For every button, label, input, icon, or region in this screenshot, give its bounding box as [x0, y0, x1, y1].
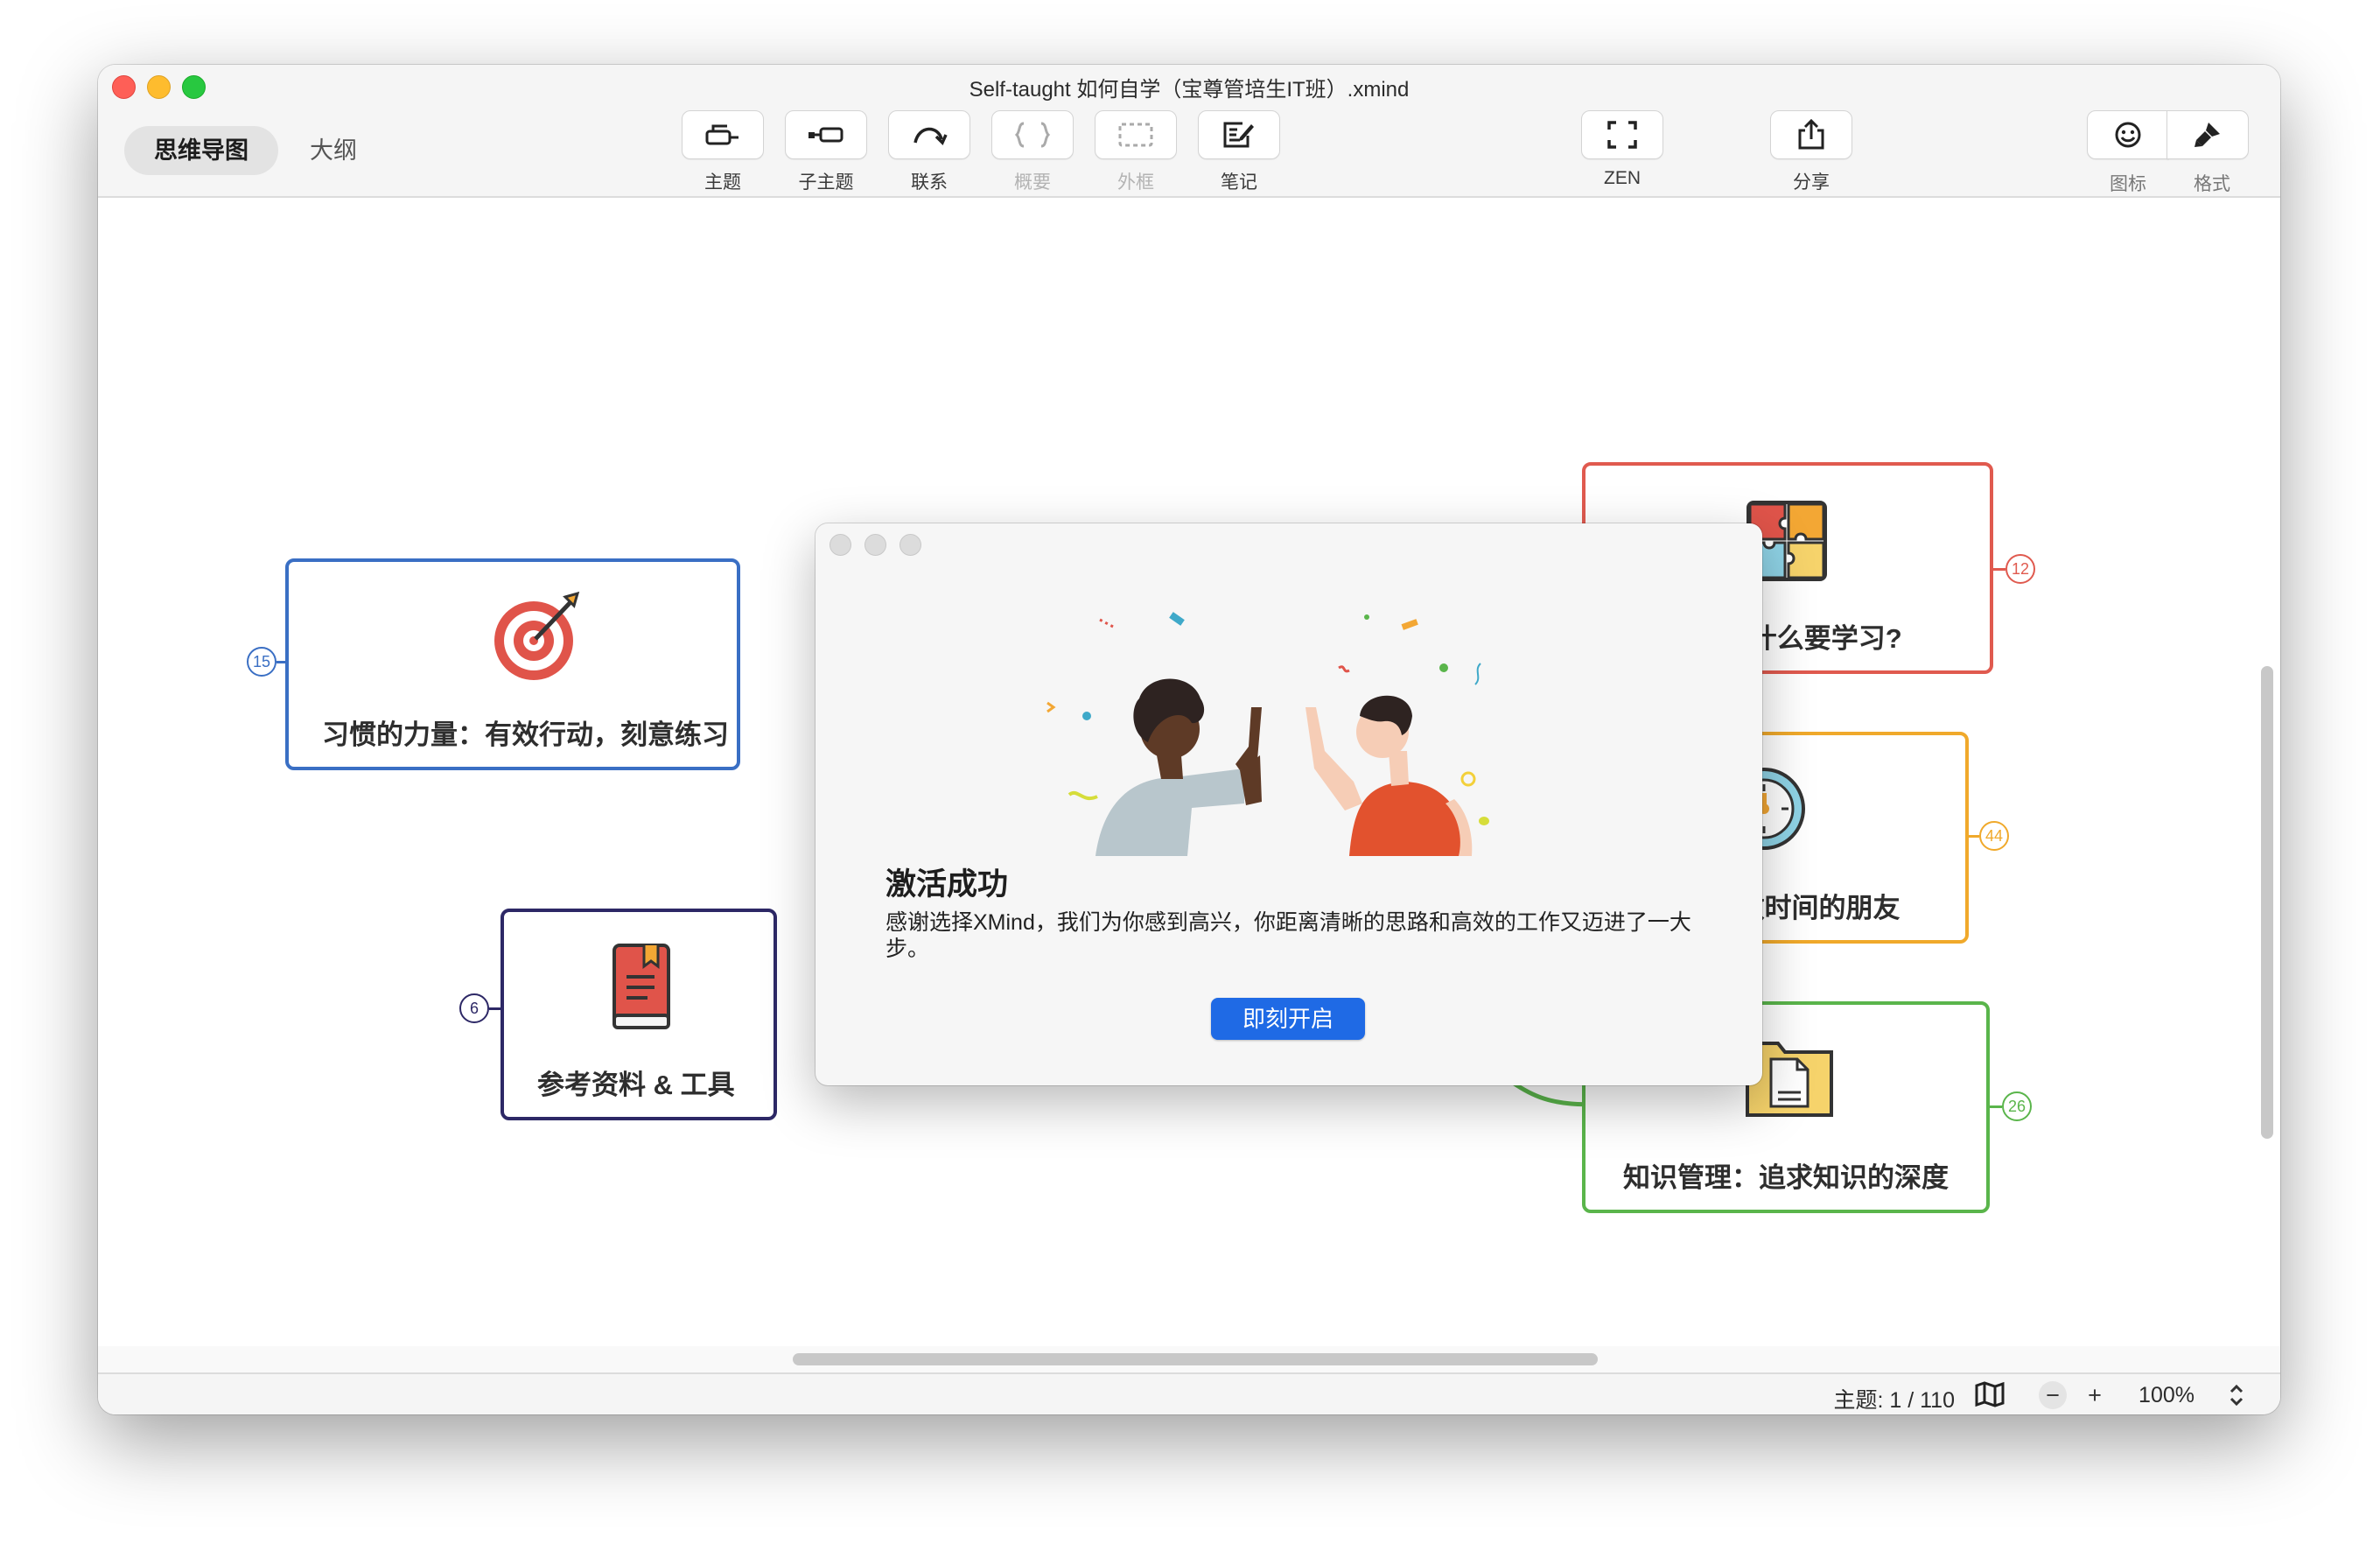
collapse-badge-time[interactable]: 44 [1979, 821, 2009, 851]
map-overview-button[interactable] [1974, 1381, 2009, 1409]
relationship-icon [914, 127, 948, 146]
zoom-stepper[interactable] [2226, 1381, 2247, 1409]
collapse-badge-references[interactable]: 6 [459, 993, 489, 1023]
summary-button[interactable]: 概要 [990, 110, 1074, 194]
topic-node-references[interactable]: 参考资料 & 工具 [500, 909, 777, 1120]
boundary-icon [1118, 123, 1153, 147]
topic-label: 主题 [704, 172, 741, 193]
dialog-close-button[interactable] [830, 534, 851, 556]
note-label: 笔记 [1221, 172, 1257, 193]
badge-connector-references [489, 1007, 501, 1010]
window-title: Self-taught 如何自学（宝尊管培生IT班）.xmind [969, 78, 1410, 102]
target-icon [494, 591, 580, 680]
toolbar: Self-taught 如何自学（宝尊管培生IT班）.xmind 思维导图 大纲… [98, 65, 2280, 198]
dialog-minimize-button[interactable] [864, 534, 886, 556]
tab-outline[interactable]: 大纲 [280, 126, 387, 175]
tab-mindmap[interactable]: 思维导图 [124, 126, 278, 175]
horizontal-scrollbar[interactable] [793, 1353, 1598, 1365]
share-button[interactable]: 分享 [1769, 110, 1853, 194]
map-icon [1975, 1381, 2005, 1407]
app-window: Self-taught 如何自学（宝尊管培生IT班）.xmind 思维导图 大纲… [98, 65, 2280, 1414]
badge-connector-habits [276, 661, 287, 663]
summary-label: 概要 [1014, 172, 1051, 193]
note-icon [1223, 122, 1254, 148]
format-label: 格式 [2194, 174, 2230, 194]
relationship-label: 联系 [911, 172, 948, 193]
zoom-level[interactable]: 100% [2138, 1383, 2194, 1408]
badge-connector-knowledge [1990, 1105, 2002, 1108]
dialog-title: 激活成功 [886, 867, 1009, 902]
zoom-out-button[interactable]: − [2039, 1381, 2067, 1409]
summary-icon [1014, 122, 1051, 148]
collapse-badge-why[interactable]: 12 [2006, 554, 2035, 584]
zen-button[interactable]: ZEN [1580, 110, 1664, 189]
note-button[interactable]: 笔记 [1197, 110, 1281, 194]
collapse-badge-knowledge[interactable]: 26 [2002, 1091, 2032, 1121]
emoji-icon [2115, 122, 2141, 148]
format-brush-icon [2194, 123, 2220, 147]
dialog-zoom-button[interactable] [900, 534, 921, 556]
activation-dialog: 激活成功 感谢选择XMind，我们为你感到高兴，你距离清晰的思路和高效的工作又迈… [816, 523, 1762, 1085]
badge-connector-time [1969, 835, 1979, 838]
subtopic-label: 子主题 [798, 172, 854, 193]
boundary-button[interactable]: 外框 [1094, 110, 1178, 194]
subtopic-icon [808, 127, 844, 143]
start-now-button[interactable]: 即刻开启 [1211, 998, 1365, 1040]
boundary-label: 外框 [1117, 172, 1154, 193]
share-icon [1798, 118, 1824, 150]
topic-count: 主题: 1 / 110 [1833, 1388, 1956, 1413]
subtopic-button[interactable]: 子主题 [784, 110, 868, 194]
chevron-updown-icon [2230, 1384, 2244, 1407]
high-five-illustration [1046, 612, 1489, 856]
dialog-message: 感谢选择XMind，我们为你感到高兴，你距离清晰的思路和高效的工作又迈进了一大步… [886, 910, 1691, 961]
zen-label: ZEN [1604, 168, 1641, 188]
topic-icon [705, 124, 738, 145]
collapse-badge-habits[interactable]: 15 [247, 647, 276, 677]
topic-label-habits: 习惯的力量：有效行动，刻意练习 [322, 719, 729, 750]
vertical-scrollbar[interactable] [2261, 666, 2273, 1139]
relationship-button[interactable]: 联系 [887, 110, 971, 194]
zen-icon [1607, 121, 1637, 149]
zoom-in-button[interactable]: + [2081, 1381, 2109, 1409]
icon-label: 图标 [2110, 174, 2146, 194]
book-icon [612, 944, 670, 1029]
format-panel-button[interactable]: 格式 [2166, 110, 2254, 196]
topic-button[interactable]: 主题 [681, 110, 765, 194]
status-bar: 主题: 1 / 110 − + 100% [98, 1372, 2280, 1414]
topic-node-habits[interactable]: 习惯的力量：有效行动，刻意练习 [285, 558, 740, 770]
badge-connector-why [1993, 568, 2006, 571]
share-label: 分享 [1793, 172, 1830, 193]
topic-label-knowledge: 知识管理：追求知识的深度 [1623, 1162, 1949, 1193]
topic-label-references: 参考资料 & 工具 [537, 1070, 735, 1100]
icon-panel-button[interactable]: 图标 [2086, 110, 2170, 196]
